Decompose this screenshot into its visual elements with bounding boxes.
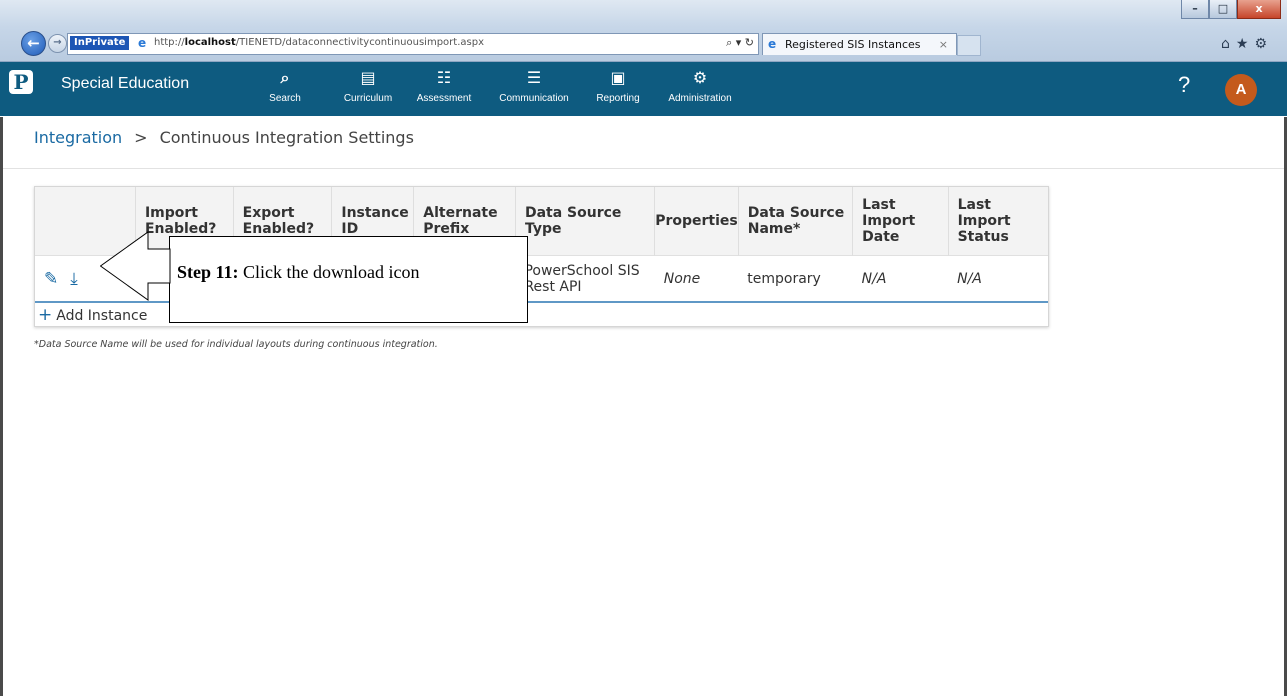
callout-step: Step 11:	[177, 262, 239, 282]
nav-label: Administration	[668, 93, 732, 104]
nav-label: Assessment	[416, 93, 472, 104]
plus-icon: +	[38, 305, 53, 325]
nav-label: Reporting	[596, 93, 640, 104]
cell-data-source-type: PowerSchool SIS Rest API	[515, 255, 655, 302]
app-title[interactable]: Special Education	[61, 75, 189, 93]
gear-icon: ⚙	[692, 68, 708, 87]
column-header-last-import-status: Last Import Status	[948, 187, 1048, 256]
callout-text: Step 11: Click the download icon	[177, 262, 419, 283]
address-search-refresh-icons[interactable]: ⌕ ▾ ↻	[726, 36, 754, 50]
address-bar[interactable]: InPrivate e http://localhost/TIENETD/dat…	[67, 33, 759, 55]
help-icon[interactable]: ?	[1178, 72, 1190, 98]
document-icon: ▣	[610, 68, 626, 87]
book-icon: ▤	[360, 68, 376, 87]
column-header-properties: Properties	[654, 187, 739, 256]
nav-administration[interactable]: ⚙ Administration	[662, 68, 738, 104]
url-text[interactable]: http://localhost/TIENETD/dataconnectivit…	[154, 37, 484, 48]
divider	[0, 168, 1287, 169]
nav-communication[interactable]: ☰ Communication	[494, 68, 574, 104]
cell-properties: None	[654, 255, 739, 302]
edit-icon[interactable]: ✎	[44, 269, 58, 289]
breadcrumb-integration-link[interactable]: Integration	[34, 128, 122, 147]
back-button[interactable]: ←	[21, 31, 46, 56]
window-controls: – □ x	[1181, 0, 1281, 19]
add-instance-label: Add Instance	[56, 308, 148, 324]
cell-data-source-name: temporary	[738, 255, 853, 302]
inprivate-badge: InPrivate	[70, 36, 130, 50]
search-icon: ⌕	[280, 68, 290, 87]
forward-button[interactable]: →	[48, 34, 67, 53]
page-title: Continuous Integration Settings	[159, 128, 414, 147]
browser-tab[interactable]: e Registered SIS Instances ×	[762, 33, 957, 55]
nav-label: Search	[269, 93, 301, 104]
nav-search[interactable]: ⌕ Search	[268, 68, 302, 104]
powerschool-logo[interactable]: P	[9, 70, 33, 94]
nav-curriculum[interactable]: ▤ Curriculum	[339, 68, 397, 104]
callout-instruction: Click the download icon	[238, 262, 420, 282]
ie-tab-icon: e	[768, 37, 777, 51]
column-header-last-import-date: Last Import Date	[852, 187, 949, 256]
add-instance-button[interactable]: + Add Instance	[38, 305, 147, 325]
column-header-data-source-name: Data Source Name*	[738, 187, 854, 256]
cell-last-import-status: N/A	[948, 255, 1048, 302]
clipboard-icon: ☷	[436, 68, 452, 87]
maximize-button[interactable]: □	[1209, 0, 1237, 19]
nav-reporting[interactable]: ▣ Reporting	[592, 68, 644, 104]
new-tab-button[interactable]	[957, 35, 981, 56]
close-window-button[interactable]: x	[1237, 0, 1281, 19]
server-icon: ☰	[526, 68, 542, 87]
column-header-data-source-type: Data Source Type	[515, 187, 656, 256]
cell-last-import-date: N/A	[852, 255, 949, 302]
avatar[interactable]: A	[1225, 74, 1257, 106]
home-favorites-tools-icons[interactable]: ⌂★⚙	[1221, 36, 1273, 52]
tab-title: Registered SIS Instances	[785, 38, 921, 51]
app-header: P Special Education ⌕ Search ▤ Curriculu…	[0, 62, 1287, 116]
tab-close-icon[interactable]: ×	[939, 38, 948, 51]
footnote: *Data Source Name will be used for indiv…	[34, 339, 438, 350]
download-icon[interactable]: ⤓	[70, 269, 78, 289]
nav-label: Curriculum	[343, 93, 393, 104]
window-edge-left	[0, 117, 3, 696]
browser-chrome: – □ x ← → InPrivate e http://localhost/T…	[0, 0, 1287, 62]
minimize-button[interactable]: –	[1181, 0, 1209, 19]
breadcrumb: Integration > Continuous Integration Setti…	[34, 128, 414, 147]
callout-arrow	[100, 231, 171, 301]
ie-page-icon: e	[138, 36, 147, 50]
breadcrumb-separator: >	[134, 128, 148, 147]
nav-assessment[interactable]: ☷ Assessment	[414, 68, 474, 104]
nav-label: Communication	[499, 93, 569, 104]
